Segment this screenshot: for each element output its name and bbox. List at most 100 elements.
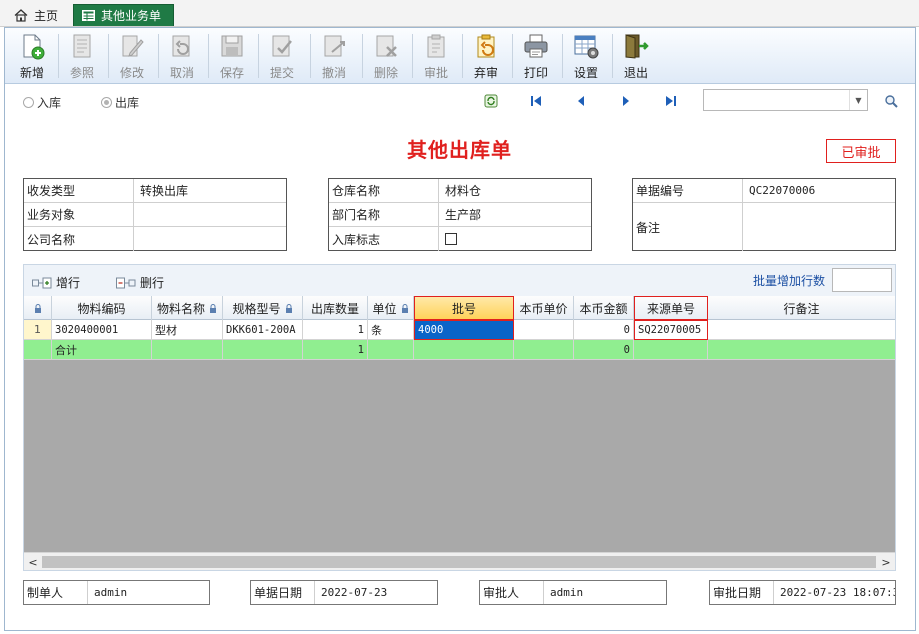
field-label: 收发类型 — [24, 179, 134, 202]
cell-material-code[interactable]: 3020400001 — [52, 320, 152, 340]
column-header-label: 规格型号 — [232, 301, 281, 316]
delete-button[interactable]: 删除 — [364, 30, 408, 82]
new-document-icon — [23, 34, 45, 60]
column-header-row-remark[interactable]: 行备注 — [708, 296, 895, 320]
summary-amount: 0 — [574, 340, 634, 360]
tab-other-business-doc[interactable]: 其他业务单 — [73, 4, 174, 26]
last-record-icon[interactable] — [664, 94, 678, 108]
submit-button[interactable]: 提交 — [260, 30, 304, 82]
field-label: 入库标志 — [329, 227, 439, 251]
edit-button[interactable]: 修改 — [110, 30, 154, 82]
cell-material-name[interactable]: 型材 — [152, 320, 223, 340]
tab-home-label: 主页 — [34, 8, 59, 23]
toolbar-divider — [258, 34, 259, 78]
settings-button[interactable]: 设置 — [564, 30, 608, 82]
row-index[interactable]: 1 — [24, 320, 52, 340]
delete-row-button[interactable]: 删行 — [116, 274, 164, 291]
add-row-button[interactable]: 增行 — [32, 274, 80, 291]
previous-record-icon[interactable] — [574, 94, 588, 108]
column-header-amount[interactable]: 本币金额 — [574, 296, 634, 320]
column-header-quantity[interactable]: 出库数量 — [303, 296, 368, 320]
approve-button[interactable]: 审批 — [414, 30, 458, 82]
approver-field[interactable]: admin — [544, 581, 666, 604]
department-name-field[interactable]: 生产部 — [439, 203, 591, 226]
edit-button-label: 修改 — [119, 66, 144, 80]
document-number-field[interactable]: QC22070006 — [743, 179, 895, 202]
column-header-material-name[interactable]: 物料名称 — [152, 296, 223, 320]
warehouse-name-field[interactable]: 材料仓 — [439, 179, 591, 202]
print-button-label: 打印 — [523, 66, 548, 80]
lock-icon — [401, 303, 408, 313]
reference-button[interactable]: 参照 — [60, 30, 104, 82]
radio-inbound[interactable]: 入库 — [23, 94, 61, 111]
cell-amount[interactable]: 0 — [574, 320, 634, 340]
batch-add-input[interactable] — [832, 268, 892, 292]
remarks-field[interactable] — [743, 203, 895, 251]
cell-source-no[interactable]: SQ22070005 — [634, 320, 708, 340]
column-header-unit-price[interactable]: 本币单价 — [514, 296, 574, 320]
cell-spec[interactable]: DKK601-200A — [223, 320, 303, 340]
column-header-label: 批号 — [451, 301, 476, 316]
cell-quantity[interactable]: 1 — [303, 320, 368, 340]
new-button-label: 新增 — [19, 66, 44, 80]
table-row[interactable]: 1 3020400001 型材 DKK601-200A 1 条 4000 0 S… — [24, 320, 895, 340]
scroll-right-icon[interactable]: > — [877, 553, 895, 571]
cancel-button[interactable]: 取消 — [160, 30, 204, 82]
search-icon[interactable] — [884, 94, 898, 108]
field-label: 单据编号 — [633, 179, 743, 202]
cell-unit[interactable]: 条 — [368, 320, 414, 340]
lock-icon — [285, 303, 292, 313]
approval-date-field[interactable]: 2022-07-23 18:07:35 — [774, 581, 895, 604]
field-label: 公司名称 — [24, 227, 134, 251]
column-header-unit[interactable]: 单位 — [368, 296, 414, 320]
toolbar-divider — [562, 34, 563, 78]
save-button[interactable]: 保存 — [210, 30, 254, 82]
row-lock-header[interactable] — [24, 296, 52, 320]
reference-icon — [73, 34, 91, 58]
radio-outbound[interactable]: 出库 — [101, 94, 139, 111]
document-date-field[interactable]: 2022-07-23 — [315, 581, 437, 604]
cell-batch-no[interactable]: 4000 — [414, 320, 514, 340]
add-row-icon — [32, 277, 52, 288]
chevron-down-icon[interactable]: ▼ — [849, 90, 867, 110]
print-button[interactable]: 打印 — [514, 30, 558, 82]
field-label: 业务对象 — [24, 203, 134, 226]
unapprove-button-label: 弃审 — [473, 66, 498, 80]
creator-field[interactable]: admin — [88, 581, 209, 604]
footer-label: 审批人 — [480, 581, 544, 604]
column-header-source-no[interactable]: 来源单号 — [634, 296, 708, 320]
search-combo[interactable]: ▼ — [703, 89, 868, 111]
summary-quantity: 1 — [303, 340, 368, 360]
column-header-material-code[interactable]: 物料编码 — [52, 296, 152, 320]
field-document-number: 单据编号 QC22070006 — [633, 179, 895, 203]
radio-outbound-dot — [101, 97, 112, 108]
toolbar-divider — [612, 34, 613, 78]
revoke-button[interactable]: 撤消 — [312, 30, 356, 82]
exit-button[interactable]: 退出 — [614, 30, 658, 82]
column-header-label: 本币金额 — [579, 301, 628, 316]
business-object-field[interactable] — [134, 203, 286, 226]
scroll-left-icon[interactable]: < — [24, 553, 42, 571]
column-header-spec[interactable]: 规格型号 — [223, 296, 303, 320]
column-header-batch-no[interactable]: 批号 — [414, 296, 514, 320]
receive-type-field[interactable]: 转换出库 — [134, 179, 286, 202]
company-name-field[interactable] — [134, 227, 286, 251]
scrollbar-thumb[interactable] — [42, 556, 876, 568]
cell-unit-price[interactable] — [514, 320, 574, 340]
refresh-icon[interactable] — [484, 94, 498, 108]
settings-button-label: 设置 — [573, 66, 598, 80]
unapprove-button[interactable]: 弃审 — [464, 30, 508, 82]
next-record-icon[interactable] — [619, 94, 633, 108]
summary-empty — [368, 340, 414, 360]
inbound-flag-checkbox[interactable] — [445, 233, 457, 245]
horizontal-scrollbar[interactable]: < > — [24, 552, 895, 570]
new-button[interactable]: 新增 — [10, 30, 54, 82]
reference-button-label: 参照 — [69, 66, 94, 80]
first-record-icon[interactable] — [529, 94, 543, 108]
tab-home[interactable]: 主页 — [6, 4, 66, 26]
delete-icon — [376, 35, 397, 57]
delete-row-label: 删行 — [140, 276, 165, 290]
summary-empty — [414, 340, 514, 360]
toolbar-divider — [158, 34, 159, 78]
cell-row-remark[interactable] — [708, 320, 895, 340]
